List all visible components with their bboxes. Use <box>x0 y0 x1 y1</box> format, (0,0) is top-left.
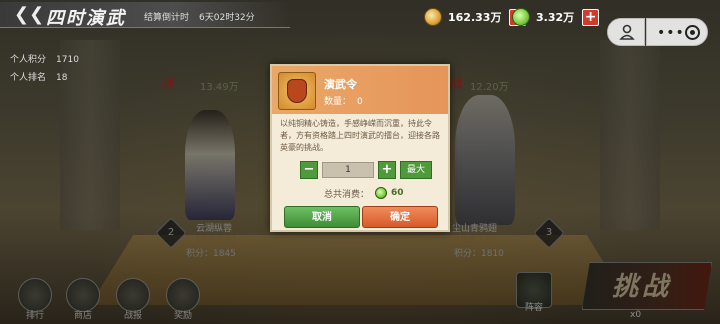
settle-countdown: 结算倒计时 6天02时32分 <box>144 10 255 23</box>
personal-points: 个人积分 1710 <box>10 52 79 65</box>
item-description: 以纯铜精心铸造，手感峥嵘而沉重，持此令者，方有资格踏上四时演武的擂台，迎接各路英… <box>280 119 440 152</box>
jade-amount: 3.32万 <box>536 11 575 24</box>
decrease-button[interactable]: − <box>300 161 318 179</box>
confirm-button[interactable]: 确定 <box>362 206 438 228</box>
item-quantity-value: 0 <box>357 97 363 107</box>
item-name: 演武令 <box>324 78 357 91</box>
profile-button[interactable] <box>607 18 645 46</box>
jade-icon <box>512 8 530 26</box>
menu-capsule[interactable]: ••• <box>646 18 708 46</box>
personal-rank-label: 个人排名 <box>10 73 47 83</box>
jade-cost-icon <box>375 187 388 199</box>
cancel-button[interactable]: 取消 <box>284 206 360 228</box>
item-quantity-label: 数量： <box>324 97 352 107</box>
token-icon <box>278 72 316 110</box>
total-cost-label: 总共消费： <box>324 189 370 200</box>
total-cost: 总共消费： 60 <box>324 186 404 200</box>
item-quantity: 数量： 0 <box>324 94 363 107</box>
person-icon <box>619 24 635 40</box>
purchase-dialog: 演武令 数量： 0 以纯铜精心铸造，手感峥嵘而沉重，持此令者，方有资格踏上四时演武… <box>270 64 450 232</box>
close-ring-icon[interactable] <box>685 25 700 40</box>
total-cost-value: 60 <box>391 188 404 198</box>
coin-amount: 162.33万 <box>448 11 502 24</box>
increase-button[interactable]: + <box>378 161 396 179</box>
max-button[interactable]: 最大 <box>400 161 432 179</box>
quantity-input[interactable] <box>322 162 374 178</box>
more-icon[interactable]: ••• <box>657 26 685 40</box>
add-jade-button[interactable]: + <box>582 8 600 26</box>
settle-label: 结算倒计时 <box>144 13 190 23</box>
settle-time: 6天02时32分 <box>199 13 255 23</box>
dialog-header: 演武令 数量： 0 <box>272 66 448 114</box>
personal-rank-value: 18 <box>56 73 68 83</box>
page-title: 四时演武 <box>46 8 126 29</box>
personal-points-value: 1710 <box>56 55 79 65</box>
coin-icon <box>424 8 442 26</box>
jade-resource: 3.32万 + <box>512 6 600 28</box>
token-emblem-icon <box>287 79 307 103</box>
personal-rank: 个人排名 18 <box>10 70 67 83</box>
personal-points-label: 个人积分 <box>10 55 47 65</box>
back-icon[interactable]: ❮❮ <box>14 5 44 25</box>
